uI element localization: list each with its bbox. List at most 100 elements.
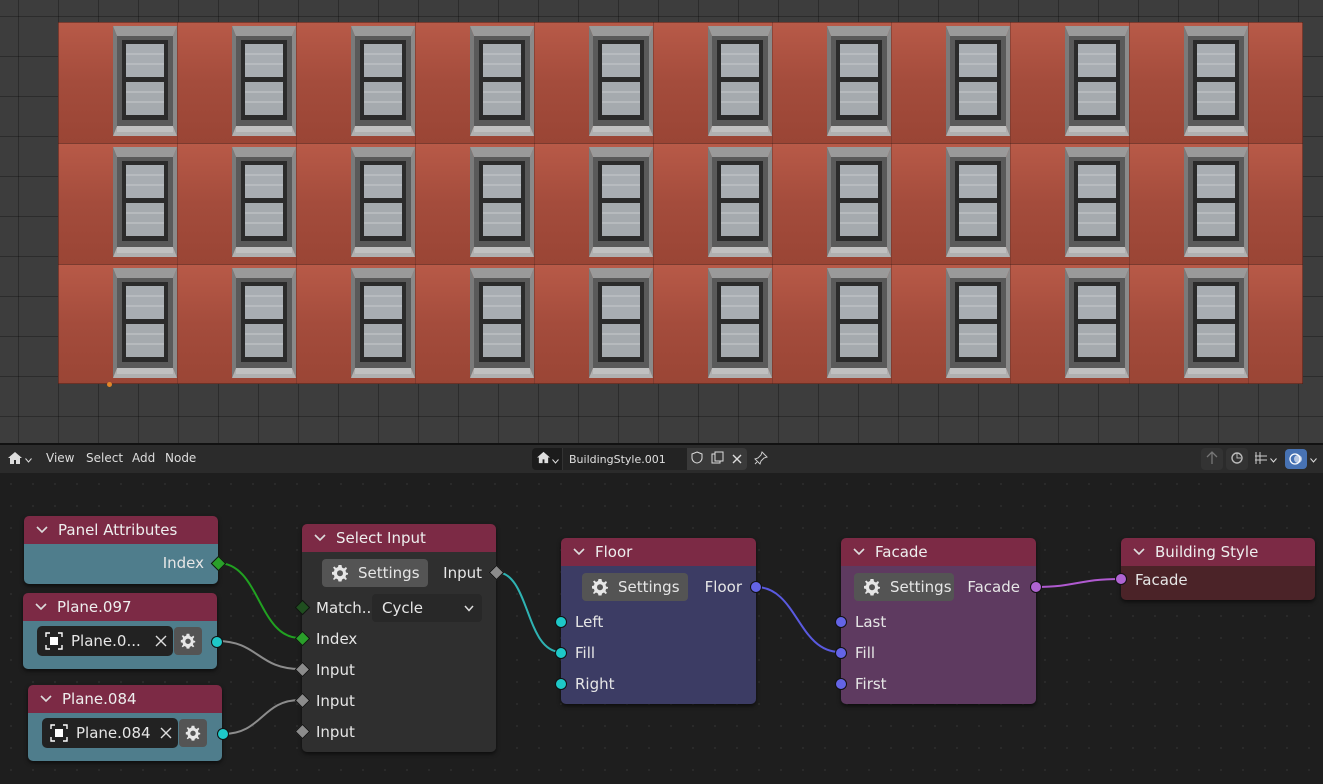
node-building-style[interactable]: Building Style Facade [1115,538,1315,600]
close-icon[interactable] [160,727,172,739]
unlink-node-tree-button[interactable] [727,448,747,470]
output-socket-floor[interactable] [750,581,762,593]
object-icon [50,724,68,742]
node-header[interactable]: Facade [841,538,1036,566]
snap-element-dropdown[interactable] [1250,448,1280,470]
browse-node-tree-button[interactable] [532,448,562,470]
node-facade[interactable]: Facade Settings Facade Last Fill First [835,538,1042,704]
node-header[interactable]: Building Style [1121,538,1315,566]
node-tree-selector: BuildingStyle.001 [532,448,747,470]
parent-node-tree-button[interactable] [1201,448,1223,470]
input-label-facade: Facade [1135,571,1188,589]
building-facade-mesh [58,22,1303,384]
input-socket-left[interactable] [555,616,567,628]
node-body: Settings Floor Left Fill Right [561,566,756,704]
output-socket-facade[interactable] [1030,581,1042,593]
input-socket-fill[interactable] [555,647,567,659]
fake-user-button[interactable] [687,448,707,470]
node-title: Plane.097 [57,598,132,616]
object-settings-button[interactable] [174,627,202,655]
node-header[interactable]: Select Input [302,524,496,552]
output-label: Floor [704,578,742,596]
input-socket-facade[interactable] [1115,573,1127,585]
arrow-up-icon [1206,450,1218,468]
input-label-input-2: Input [316,692,355,710]
chevron-down-icon[interactable] [35,603,47,611]
menu-select[interactable]: Select [86,451,123,465]
close-icon[interactable] [155,635,167,647]
settings-button[interactable]: Settings [582,573,688,601]
object-icon [45,632,63,650]
gear-icon [184,724,202,742]
input-socket-fill[interactable] [835,647,847,659]
match-label: Match... [316,599,377,617]
object-settings-button[interactable] [179,719,207,747]
node-editor-canvas[interactable]: Panel Attributes Index Plane.097 Plane.0… [0,473,1323,784]
object-field[interactable]: Plane.084 [42,718,178,748]
node-plane-097[interactable]: Plane.097 Plane.0... [23,593,223,669]
node-select-input[interactable]: Select Input Settings Input Match... Cyc… [294,524,505,752]
input-label-last: Last [855,613,887,631]
object-field[interactable]: Plane.0... [37,626,173,656]
output-label-index: Index [162,554,204,572]
duplicate-icon [711,450,724,468]
shield-icon [691,450,703,468]
chevron-down-icon [464,605,474,612]
node-title: Building Style [1155,543,1259,561]
input-label-index: Index [316,630,358,648]
duplicate-node-tree-button[interactable] [707,448,727,470]
output-label: Input [443,564,482,582]
menu-add[interactable]: Add [132,451,155,465]
node-header[interactable]: Plane.097 [23,593,217,621]
chevron-down-icon[interactable] [314,534,326,542]
input-socket-last[interactable] [835,616,847,628]
node-header[interactable]: Panel Attributes [24,516,218,544]
node-tree-name-field[interactable]: BuildingStyle.001 [562,448,687,470]
chevron-down-icon [1310,452,1317,466]
gear-icon [862,577,882,597]
chevron-down-icon [551,450,559,468]
menu-view[interactable]: View [46,451,74,465]
settings-button[interactable]: Settings [322,559,428,587]
node-header[interactable]: Plane.084 [28,685,222,713]
menu-node[interactable]: Node [165,451,196,465]
output-socket-object[interactable] [217,728,229,740]
overlay-toggle-button[interactable] [1283,448,1319,470]
node-body: Facade [1121,566,1315,600]
home-icon [7,451,23,468]
editor-type-button[interactable] [4,448,34,470]
3d-viewport[interactable] [0,0,1323,443]
input-label-fill: Fill [855,644,876,662]
input-label-input-3: Input [316,723,355,741]
node-title: Plane.084 [62,690,137,708]
snap-toggle-button[interactable] [1226,448,1248,470]
chevron-down-icon[interactable] [853,548,865,556]
input-label-right: Right [575,675,615,693]
pin-button[interactable] [750,448,772,470]
input-socket-right[interactable] [555,678,567,690]
node-title: Select Input [336,529,426,547]
chevron-down-icon [24,452,32,466]
chevron-down-icon[interactable] [573,548,585,556]
node-plane-084[interactable]: Plane.084 Plane.084 [28,685,229,761]
node-body: Plane.0... [23,621,217,669]
settings-button[interactable]: Settings [854,573,954,601]
settings-label: Settings [890,578,952,596]
settings-label: Settings [618,578,680,596]
node-title: Panel Attributes [58,521,178,539]
link-select-to-floor [495,571,562,653]
output-socket-object[interactable] [211,636,223,648]
output-label: Facade [967,578,1020,596]
node-editor-header: View Select Add Node BuildingStyle.001 [0,445,1323,473]
chevron-down-icon[interactable] [36,526,48,534]
link-plane084 [222,699,301,735]
node-header[interactable]: Floor [561,538,756,566]
match-dropdown[interactable]: Cycle [372,594,482,622]
node-panel-attributes[interactable]: Panel Attributes Index [24,516,227,584]
node-body: Settings Facade Last Fill First [841,566,1036,704]
input-socket-first[interactable] [835,678,847,690]
chevron-down-icon[interactable] [1133,548,1145,556]
settings-label: Settings [358,564,420,582]
chevron-down-icon[interactable] [40,695,52,703]
node-floor[interactable]: Floor Settings Floor Left Fill Right [555,538,762,704]
